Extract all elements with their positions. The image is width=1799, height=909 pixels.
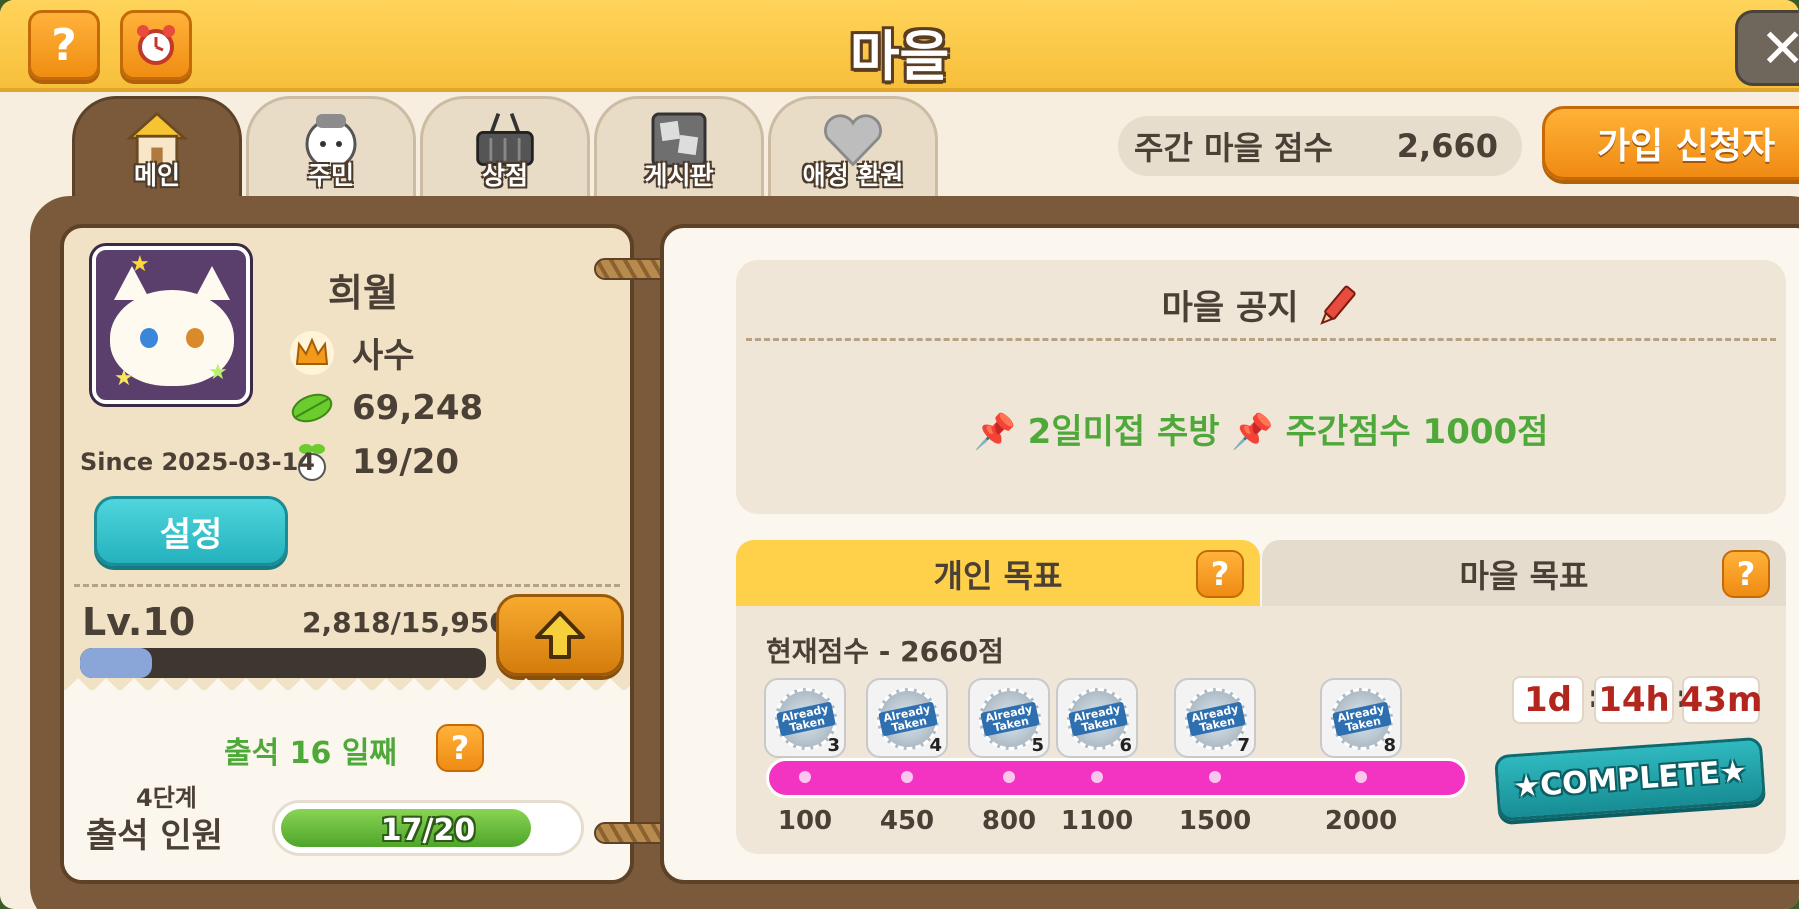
level-up-button[interactable] [496, 594, 624, 676]
tab-label: 개인 목표 [933, 557, 1063, 595]
tab-main[interactable]: 메인 [72, 96, 242, 198]
tab-label: 메인 [133, 161, 180, 190]
notice-divider [746, 338, 1776, 341]
weekly-score-value: 2,660 [1396, 127, 1498, 165]
milestone-score-label: 1100 [1060, 806, 1134, 836]
leaves-value: 69,248 [352, 388, 484, 428]
crown-icon [290, 330, 334, 375]
question-icon: ? [1736, 555, 1756, 593]
question-icon: ? [1210, 555, 1230, 593]
milestone-score-label: 1500 [1178, 806, 1252, 836]
zigzag-edge [64, 678, 630, 692]
weekly-score-label: 주간 마을 점수 [1134, 129, 1333, 167]
milestone-score-label: 800 [981, 806, 1037, 836]
attendance-label: 출석 인원 [86, 816, 223, 856]
timer-days: 1d [1512, 676, 1584, 724]
reward-number: 5 [1031, 735, 1044, 756]
weekly-score-pill: 주간 마을 점수 2,660 [1118, 116, 1522, 176]
tab-shop[interactable]: 상점 [420, 96, 590, 198]
reward-number: 3 [827, 735, 840, 756]
current-score: 현재점수 - 2660점 [766, 635, 1004, 668]
milestone-reward[interactable]: Already Taken 3 [764, 678, 846, 758]
tab-residents[interactable]: 주민 [246, 96, 416, 198]
title-bar: ? 마을 ✕ [0, 0, 1799, 92]
village-window: ? 마을 ✕ 메인 주민 상점 게시판 애정 환원 주간 마을 점수 2,660… [0, 0, 1799, 909]
tab-label: 게시판 [644, 161, 714, 190]
already-taken-badge: Already Taken [1068, 701, 1128, 737]
since-date: Since 2025-03-14 [80, 448, 315, 476]
timer-minutes: 43m [1680, 676, 1762, 724]
tab-board[interactable]: 게시판 [594, 96, 764, 198]
star-icon: ★ [114, 366, 134, 391]
milestone-score-label: 2000 [1324, 806, 1398, 836]
close-icon: ✕ [1760, 16, 1799, 80]
milestone-dot [1091, 771, 1103, 783]
tab-label: 주민 [307, 161, 354, 190]
milestone-dot [1209, 771, 1221, 783]
already-taken-badge: Already Taken [1332, 701, 1392, 737]
already-taken-badge: Already Taken [980, 701, 1040, 737]
complete-button[interactable]: ★COMPLETE★ [1494, 736, 1766, 822]
notice-box: 마을 공지 📌 2일미접 추방 📌 주간점수 1000점 [736, 260, 1786, 514]
experience-bar-fill [80, 648, 152, 678]
notice-title-row: 마을 공지 [736, 280, 1786, 336]
milestone-reward[interactable]: Already Taken 5 [968, 678, 1050, 758]
role-label: 사수 [352, 336, 415, 376]
tab-label: 애정 환원 [802, 161, 904, 190]
reward-number: 8 [1383, 735, 1396, 756]
settings-button[interactable]: 설정 [94, 496, 288, 566]
milestone-reward[interactable]: Already Taken 8 [1320, 678, 1402, 758]
milestone-dot [1355, 771, 1367, 783]
village-goal-help-button[interactable]: ? [1722, 550, 1770, 598]
avatar[interactable]: ★ ★ ★ [92, 246, 250, 404]
milestone-reward[interactable]: Already Taken 4 [866, 678, 948, 758]
role-row: 사수 [290, 328, 415, 377]
timer-hours: 14h [1594, 676, 1674, 724]
experience-bar [80, 648, 486, 678]
members-value: 19/20 [352, 442, 460, 482]
attendance-help-button[interactable]: ? [436, 724, 484, 772]
milestone-dot [799, 771, 811, 783]
milestone-score-label: 100 [777, 806, 833, 836]
reward-number: 7 [1237, 735, 1250, 756]
page-title: 마을 [849, 25, 950, 88]
milestone-score-label: 450 [879, 806, 935, 836]
profile-panel: ★ ★ ★ 희월 사수 69,248 19/20 Since 2025-03-1… [60, 224, 634, 884]
leaves-row: 69,248 [290, 386, 483, 430]
experience-text: 2,818/15,950 [302, 606, 509, 639]
notice-body: 📌 2일미접 추방 📌 주간점수 1000점 [973, 412, 1549, 452]
tab-label: 상점 [481, 161, 528, 190]
members-row: 19/20 [290, 440, 459, 484]
reward-number: 6 [1119, 735, 1132, 756]
personal-goal-help-button[interactable]: ? [1196, 550, 1244, 598]
tab-affection[interactable]: 애정 환원 [768, 96, 938, 198]
star-icon: ★ [208, 360, 228, 385]
notice-title: 마을 공지 [1161, 288, 1299, 328]
close-button[interactable]: ✕ [1735, 10, 1799, 86]
personal-goal-panel: 현재점수 - 2660점 Already Taken 3 100 Already Ta… [736, 606, 1786, 854]
milestone-dot [1003, 771, 1015, 783]
milestone-reward[interactable]: Already Taken 6 [1056, 678, 1138, 758]
tab-village-goal[interactable]: 마을 목표 [1262, 540, 1786, 608]
tab-label: 마을 목표 [1459, 557, 1589, 595]
attendance-days: 출석 16 일째 [224, 736, 398, 771]
attendance-value: 17/20 [380, 813, 476, 848]
star-icon: ★ [130, 252, 150, 277]
pencil-icon[interactable] [1316, 283, 1360, 336]
applicants-button[interactable]: 가입 신청자 [1542, 106, 1799, 180]
reward-number: 4 [929, 735, 942, 756]
village-level: Lv.10 [82, 600, 196, 644]
already-taken-badge: Already Taken [878, 701, 938, 737]
milestone-dot [901, 771, 913, 783]
already-taken-badge: Already Taken [1186, 701, 1246, 737]
tab-personal-goal[interactable]: 개인 목표 [736, 540, 1260, 608]
milestone-reward[interactable]: Already Taken 7 [1174, 678, 1256, 758]
question-icon: ? [450, 729, 470, 767]
arrow-up-icon [535, 611, 585, 659]
already-taken-badge: Already Taken [776, 701, 836, 737]
attendance-bar: 17/20 [272, 800, 584, 856]
leaf-icon [290, 386, 334, 430]
village-name: 희월 [328, 271, 398, 315]
divider [74, 584, 620, 587]
